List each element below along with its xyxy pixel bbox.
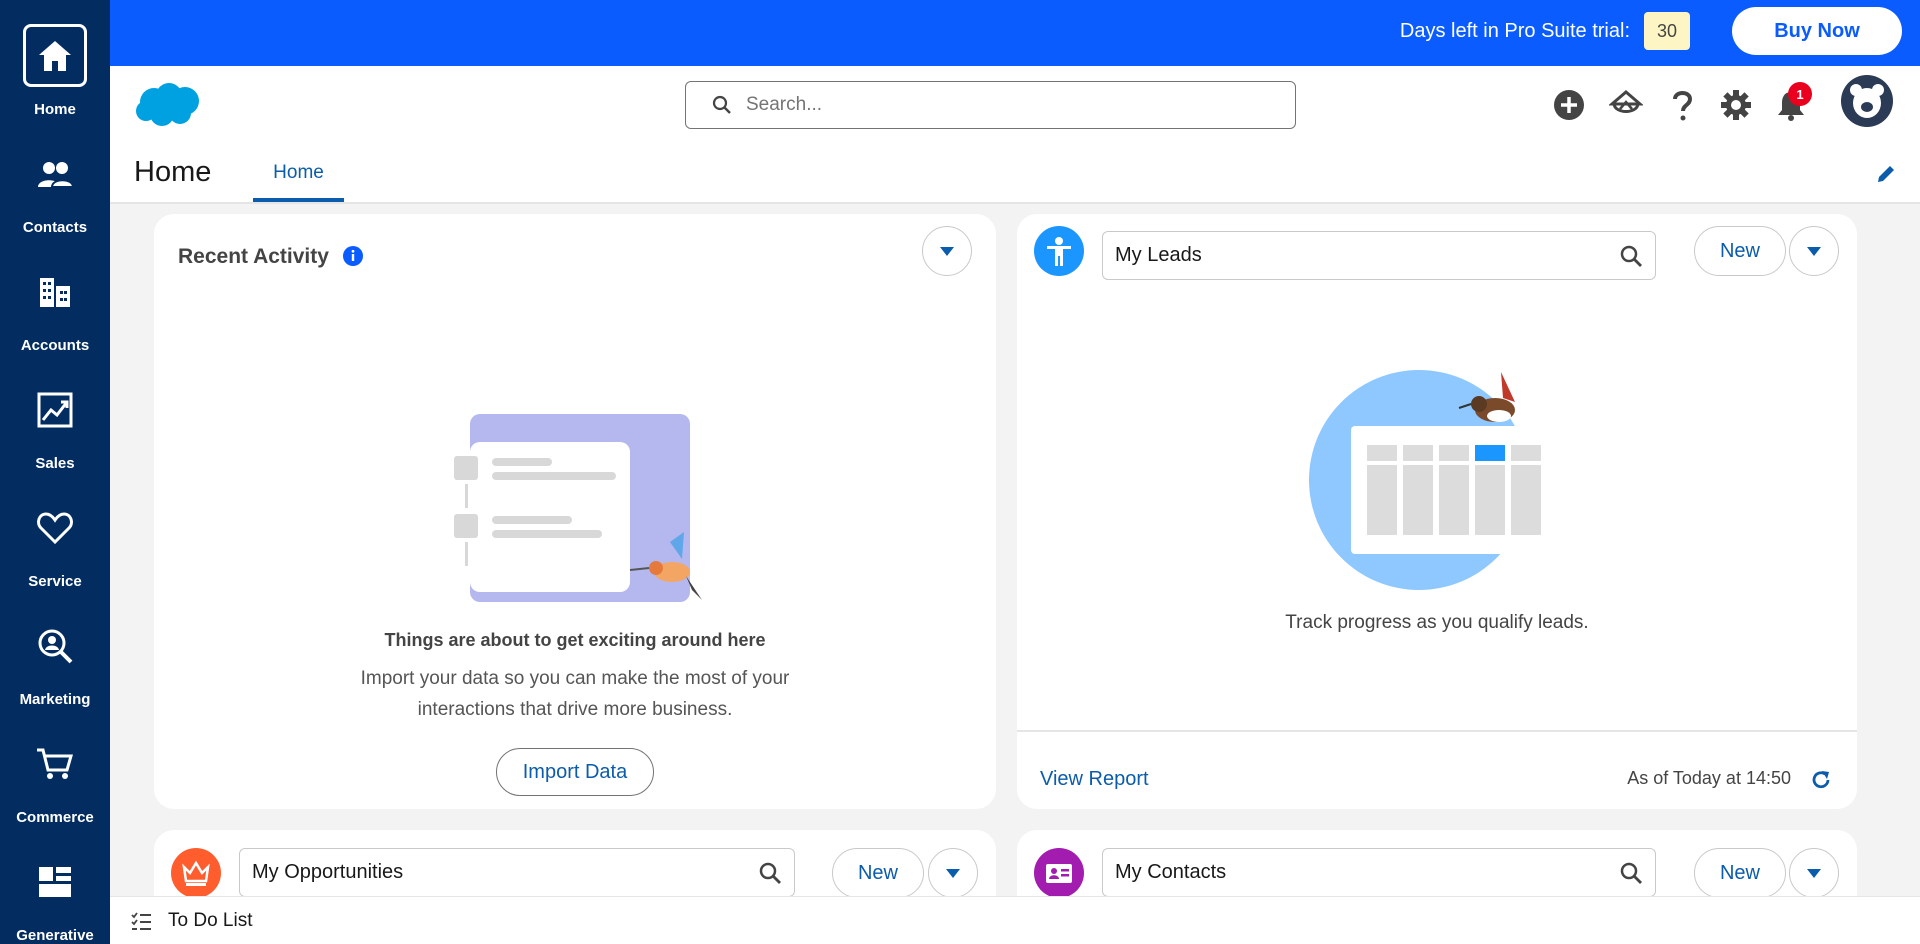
contacts-icon bbox=[23, 142, 87, 205]
recent-activity-card: Recent Activity Things are about to get … bbox=[154, 214, 996, 809]
nav-label: Contacts bbox=[22, 219, 88, 236]
search-icon bbox=[759, 862, 781, 884]
nav-label: Sales bbox=[35, 455, 75, 472]
global-header: 1 bbox=[110, 66, 1920, 152]
utility-bar: To Do List bbox=[110, 896, 1920, 944]
search-icon bbox=[712, 95, 731, 114]
trial-banner: Days left in Pro Suite trial: 30 Buy Now bbox=[110, 0, 1920, 66]
info-icon[interactable] bbox=[343, 246, 363, 266]
left-navigation: Home Contacts Accounts Sales Service Mar… bbox=[0, 0, 110, 944]
todo-list-button[interactable]: To Do List bbox=[130, 897, 252, 944]
chevron-down-icon bbox=[1807, 247, 1821, 256]
leads-list-name: My Leads bbox=[1115, 244, 1202, 266]
leads-card-footer: View Report As of Today at 14:50 bbox=[1017, 730, 1857, 809]
opportunities-list-selector[interactable]: My Opportunities bbox=[239, 848, 795, 897]
opportunities-menu-button[interactable] bbox=[928, 848, 978, 898]
contact-object-icon bbox=[1034, 848, 1084, 898]
contacts-list-name: My Contacts bbox=[1115, 861, 1227, 883]
nav-label: Accounts bbox=[20, 337, 90, 354]
contact-card-icon bbox=[1046, 864, 1072, 883]
global-search[interactable] bbox=[685, 81, 1296, 129]
app-tab-bar: Home Home bbox=[110, 152, 1920, 204]
opportunities-list-name: My Opportunities bbox=[252, 861, 404, 883]
nav-item-service[interactable]: Service bbox=[0, 472, 110, 590]
chevron-down-icon bbox=[940, 247, 954, 256]
view-report-link[interactable]: View Report bbox=[1040, 768, 1149, 791]
leads-empty-text: Track progress as you qualify leads. bbox=[1285, 612, 1589, 633]
leads-empty-illustration bbox=[1309, 370, 1555, 590]
leads-menu-button[interactable] bbox=[1789, 226, 1839, 276]
recent-activity-menu-button[interactable] bbox=[922, 226, 972, 276]
new-contact-button[interactable]: New bbox=[1694, 848, 1786, 898]
trial-days-badge: 30 bbox=[1644, 12, 1690, 50]
refresh-icon[interactable] bbox=[1809, 768, 1833, 792]
trial-text: Days left in Pro Suite trial: bbox=[1399, 20, 1630, 42]
user-avatar[interactable] bbox=[1841, 75, 1893, 127]
buy-now-button[interactable]: Buy Now bbox=[1732, 7, 1902, 55]
global-actions-button[interactable] bbox=[1550, 86, 1588, 124]
tab-home[interactable]: Home bbox=[253, 152, 344, 202]
commerce-icon bbox=[23, 732, 87, 795]
gear-icon bbox=[1721, 90, 1751, 120]
chevron-down-icon bbox=[946, 869, 960, 878]
contacts-menu-button[interactable] bbox=[1789, 848, 1839, 898]
nav-label: Marketing bbox=[19, 691, 91, 708]
new-lead-button[interactable]: New bbox=[1694, 226, 1786, 276]
opportunity-object-icon bbox=[171, 848, 221, 898]
contacts-list-selector[interactable]: My Contacts bbox=[1102, 848, 1656, 897]
empty-activity-illustration bbox=[454, 414, 702, 602]
nav-label: Service bbox=[28, 573, 82, 590]
nav-item-contacts[interactable]: Contacts bbox=[0, 118, 110, 236]
person-icon bbox=[1047, 237, 1071, 266]
lead-object-icon bbox=[1034, 226, 1084, 276]
search-icon bbox=[1620, 245, 1642, 267]
notification-badge: 1 bbox=[1788, 82, 1812, 106]
accounts-icon bbox=[23, 260, 87, 323]
salesforce-logo[interactable] bbox=[132, 80, 204, 135]
notifications-button[interactable]: 1 bbox=[1772, 82, 1812, 124]
empty-state-title: Things are about to get exciting around … bbox=[384, 630, 766, 650]
last-refreshed-text: As of Today at 14:50 bbox=[1627, 768, 1791, 788]
search-input[interactable] bbox=[746, 94, 1266, 116]
nav-label: Home bbox=[34, 101, 76, 118]
plus-circle-icon bbox=[1554, 90, 1584, 120]
help-icon bbox=[1673, 91, 1693, 121]
card-title: Recent Activity bbox=[178, 245, 329, 268]
sales-icon bbox=[23, 378, 87, 441]
crown-icon bbox=[182, 860, 210, 886]
leads-list-selector[interactable]: My Leads bbox=[1102, 231, 1656, 280]
setup-button[interactable] bbox=[1717, 86, 1755, 124]
chevron-down-icon bbox=[1807, 869, 1821, 878]
nav-item-sales[interactable]: Sales bbox=[0, 354, 110, 472]
import-data-button[interactable]: Import Data bbox=[496, 748, 654, 796]
checklist-icon bbox=[131, 912, 151, 930]
nav-item-accounts[interactable]: Accounts bbox=[0, 236, 110, 354]
marketing-icon bbox=[23, 614, 87, 677]
my-leads-card: My Leads New Track progress as you quali… bbox=[1017, 214, 1857, 809]
trailhead-icon bbox=[1609, 90, 1643, 113]
nav-item-marketing[interactable]: Marketing bbox=[0, 590, 110, 708]
service-icon bbox=[23, 496, 87, 559]
nav-item-generative[interactable]: Generative bbox=[0, 826, 110, 944]
home-icon bbox=[23, 24, 87, 87]
pencil-icon[interactable] bbox=[1874, 162, 1898, 186]
search-icon bbox=[1620, 862, 1642, 884]
nav-item-commerce[interactable]: Commerce bbox=[0, 708, 110, 826]
nav-label: Generative bbox=[16, 927, 94, 944]
help-button[interactable] bbox=[1663, 86, 1701, 124]
app-name: Home bbox=[134, 156, 212, 188]
generative-icon bbox=[23, 850, 87, 913]
empty-state-line-1: Import your data so you can make the mos… bbox=[360, 668, 790, 689]
bear-avatar-icon bbox=[1850, 84, 1884, 118]
empty-state-line-2: interactions that drive more business. bbox=[417, 699, 733, 720]
nav-label: Commerce bbox=[16, 809, 94, 826]
new-opportunity-button[interactable]: New bbox=[832, 848, 924, 898]
nav-item-home[interactable]: Home bbox=[0, 0, 110, 118]
trailhead-button[interactable] bbox=[1607, 86, 1645, 124]
todo-list-label: To Do List bbox=[168, 910, 253, 931]
